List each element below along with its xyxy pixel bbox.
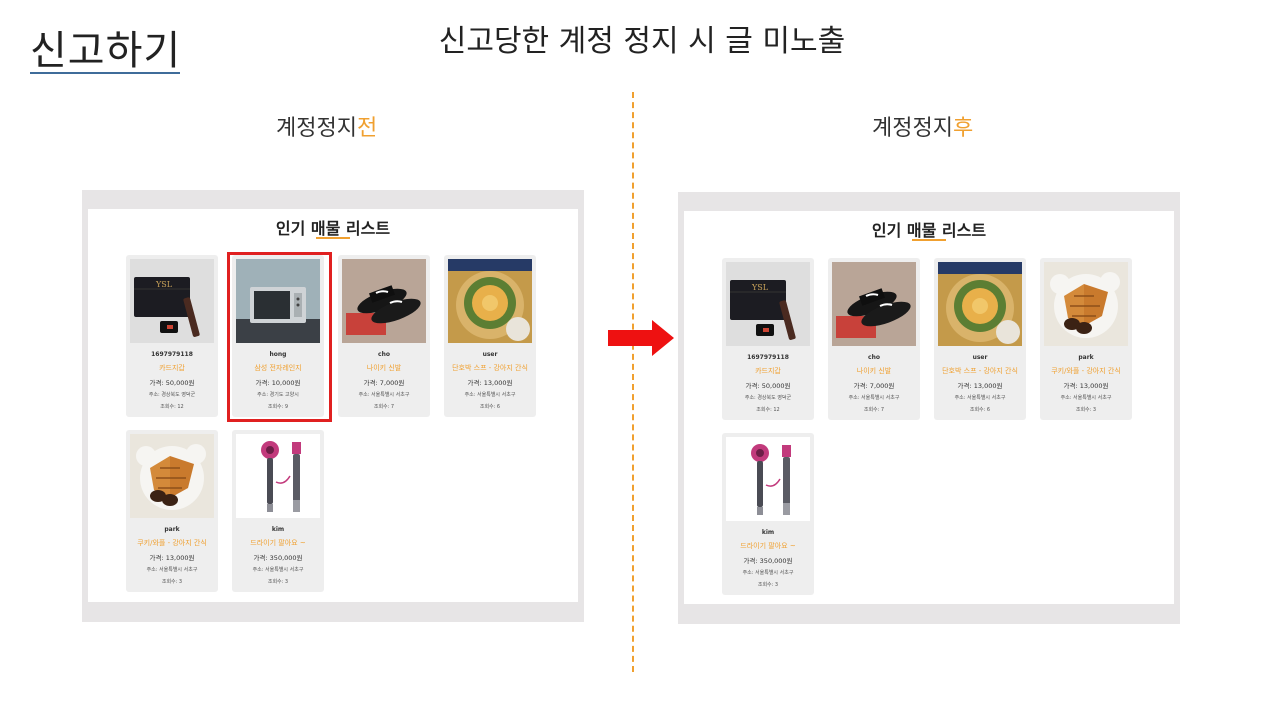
card-price: 가격: 13,000원: [149, 554, 195, 562]
product-card[interactable]: park 쿠키/와플 - 강아지 간식가격: 13,000원주소: 서울특별시 서…: [126, 430, 218, 592]
pumpkin-soup-photo[interactable]: [938, 262, 1022, 346]
card-user-id: user: [482, 351, 498, 358]
card-views: 조회수: 7: [373, 404, 395, 410]
title-underline: [30, 72, 180, 74]
caption-after-accent: 후: [952, 116, 974, 141]
slippers-photo[interactable]: [342, 259, 426, 343]
card-title[interactable]: 나이키 신발: [338, 363, 430, 373]
card-address: 주소: 서울특별시 서초구: [742, 570, 794, 576]
card-address: 주소: 서울특별시 서초구: [954, 395, 1006, 401]
caption-after-main: 계정정지: [872, 116, 953, 141]
card-user-id: cho: [868, 354, 880, 361]
card-price: 가격: 350,000원: [253, 554, 303, 562]
list-title-underline: [912, 239, 946, 241]
list-title-after: 인기 매물 리스트: [871, 221, 987, 240]
card-title[interactable]: 카드지갑: [126, 363, 218, 373]
svg-text:YSL: YSL: [751, 283, 769, 292]
card-price: 가격: 13,000원: [957, 382, 1003, 390]
page-before: 인기 매물 리스트 YSL 1697979118 카드지갑가격: 50,000원주소…: [88, 209, 578, 602]
card-title[interactable]: 드라이기 팔아요 ~: [232, 538, 324, 548]
card-price: 가격: 7,000원: [853, 382, 895, 390]
card-views: 조회수: 3: [161, 579, 183, 585]
card-title[interactable]: 단호박 스프 - 강아지 간식: [934, 366, 1026, 376]
product-card[interactable]: park 쿠키/와플 - 강아지 간식가격: 13,000원주소: 서울특별시 서…: [1040, 258, 1132, 420]
hair-dryer-photo[interactable]: [236, 434, 320, 518]
card-price: 가격: 7,000원: [363, 379, 405, 387]
card-views: 조회수: 6: [479, 404, 501, 410]
card-address: 주소: 서울특별시 서초구: [1060, 395, 1112, 401]
slide-subtitle: 신고당한 계정 정지 시 글 미노출: [438, 24, 846, 59]
card-user-id: cho: [378, 351, 390, 358]
card-user-id: park: [1078, 354, 1094, 361]
card-price: 가격: 50,000원: [149, 379, 195, 387]
product-card[interactable]: user 단호박 스프 - 강아지 간식가격: 13,000원주소: 서울특별시 …: [444, 255, 536, 417]
card-address: 주소: 서울특별시 서초구: [146, 567, 198, 573]
card-views: 조회수: 6: [969, 407, 991, 413]
product-card[interactable]: user 단호박 스프 - 강아지 간식가격: 13,000원주소: 서울특별시 …: [934, 258, 1026, 420]
product-card[interactable]: YSL 1697979118 카드지갑가격: 50,000원주소: 경상북도 영덕군…: [722, 258, 814, 420]
card-price: 가격: 13,000원: [467, 379, 513, 387]
card-user-id: kim: [761, 529, 775, 536]
caption-before: 계정정지전: [276, 110, 377, 142]
waffle-photo[interactable]: [130, 434, 214, 518]
caption-before-main: 계정정지: [276, 116, 357, 141]
card-title[interactable]: 카드지갑: [722, 366, 814, 376]
card-price: 가격: 50,000원: [745, 382, 791, 390]
card-address: 주소: 경상북도 영덕군: [148, 392, 196, 398]
card-views: 조회수: 3: [1075, 407, 1097, 413]
card-address: 주소: 서울특별시 서초구: [464, 392, 516, 398]
card-views: 조회수: 3: [267, 579, 289, 585]
caption-after: 계정정지후: [872, 110, 973, 142]
card-views: 조회수: 3: [757, 582, 779, 588]
card-price: 가격: 13,000원: [1063, 382, 1109, 390]
card-address: 주소: 경상북도 영덕군: [744, 395, 792, 401]
card-title[interactable]: 쿠키/와플 - 강아지 간식: [126, 538, 218, 548]
card-user-id: user: [972, 354, 988, 361]
page-after: 인기 매물 리스트 YSL 1697979118 카드지갑가격: 50,000원주소…: [684, 211, 1174, 604]
product-card[interactable]: kim 드라이기 팔아요 ~ 가격: 350,000원주소: 서울특별시 서초구조회…: [232, 430, 324, 592]
card-user-id: 1697979118: [151, 351, 193, 358]
waffle-photo[interactable]: [1044, 262, 1128, 346]
divider-line: [632, 92, 634, 672]
pumpkin-soup-photo[interactable]: [448, 259, 532, 343]
card-wallet-photo[interactable]: YSL: [130, 259, 214, 343]
product-card[interactable]: cho 나이키 신발가격: 7,000원주소: 서울특별시 서초구조회수: 7: [828, 258, 920, 420]
slippers-photo[interactable]: [832, 262, 916, 346]
list-title-underline: [316, 237, 350, 239]
product-card[interactable]: kim 드라이기 팔아요 ~ 가격: 350,000원주소: 서울특별시 서초구조회…: [722, 433, 814, 595]
card-title[interactable]: 드라이기 팔아요 ~: [722, 541, 814, 551]
card-wallet-photo[interactable]: YSL: [726, 262, 810, 346]
right-arrow-icon: [608, 320, 674, 356]
card-views: 조회수: 7: [863, 407, 885, 413]
card-user-id: park: [164, 526, 180, 533]
hair-dryer-photo[interactable]: [726, 437, 810, 521]
svg-text:YSL: YSL: [155, 280, 173, 289]
card-price: 가격: 350,000원: [743, 557, 793, 565]
list-title-before: 인기 매물 리스트: [275, 219, 391, 238]
product-card[interactable]: YSL 1697979118 카드지갑가격: 50,000원주소: 경상북도 영덕군…: [126, 255, 218, 417]
card-views: 조회수: 12: [756, 407, 780, 413]
card-title[interactable]: 단호박 스프 - 강아지 간식: [444, 363, 536, 373]
reported-post-highlight: [227, 252, 332, 422]
product-card[interactable]: cho 나이키 신발가격: 7,000원주소: 서울특별시 서초구조회수: 7: [338, 255, 430, 417]
card-address: 주소: 서울특별시 서초구: [358, 392, 410, 398]
screenshot-after: 인기 매물 리스트 YSL 1697979118 카드지갑가격: 50,000원주소…: [678, 192, 1180, 624]
card-user-id: 1697979118: [747, 354, 789, 361]
caption-before-accent: 전: [356, 116, 378, 141]
card-address: 주소: 서울특별시 서초구: [252, 567, 304, 573]
card-views: 조회수: 12: [160, 404, 184, 410]
card-title[interactable]: 쿠키/와플 - 강아지 간식: [1040, 366, 1132, 376]
card-address: 주소: 서울특별시 서초구: [848, 395, 900, 401]
screenshot-before: 인기 매물 리스트 YSL 1697979118 카드지갑가격: 50,000원주소…: [82, 190, 584, 622]
card-title[interactable]: 나이키 신발: [828, 366, 920, 376]
card-user-id: kim: [271, 526, 285, 533]
